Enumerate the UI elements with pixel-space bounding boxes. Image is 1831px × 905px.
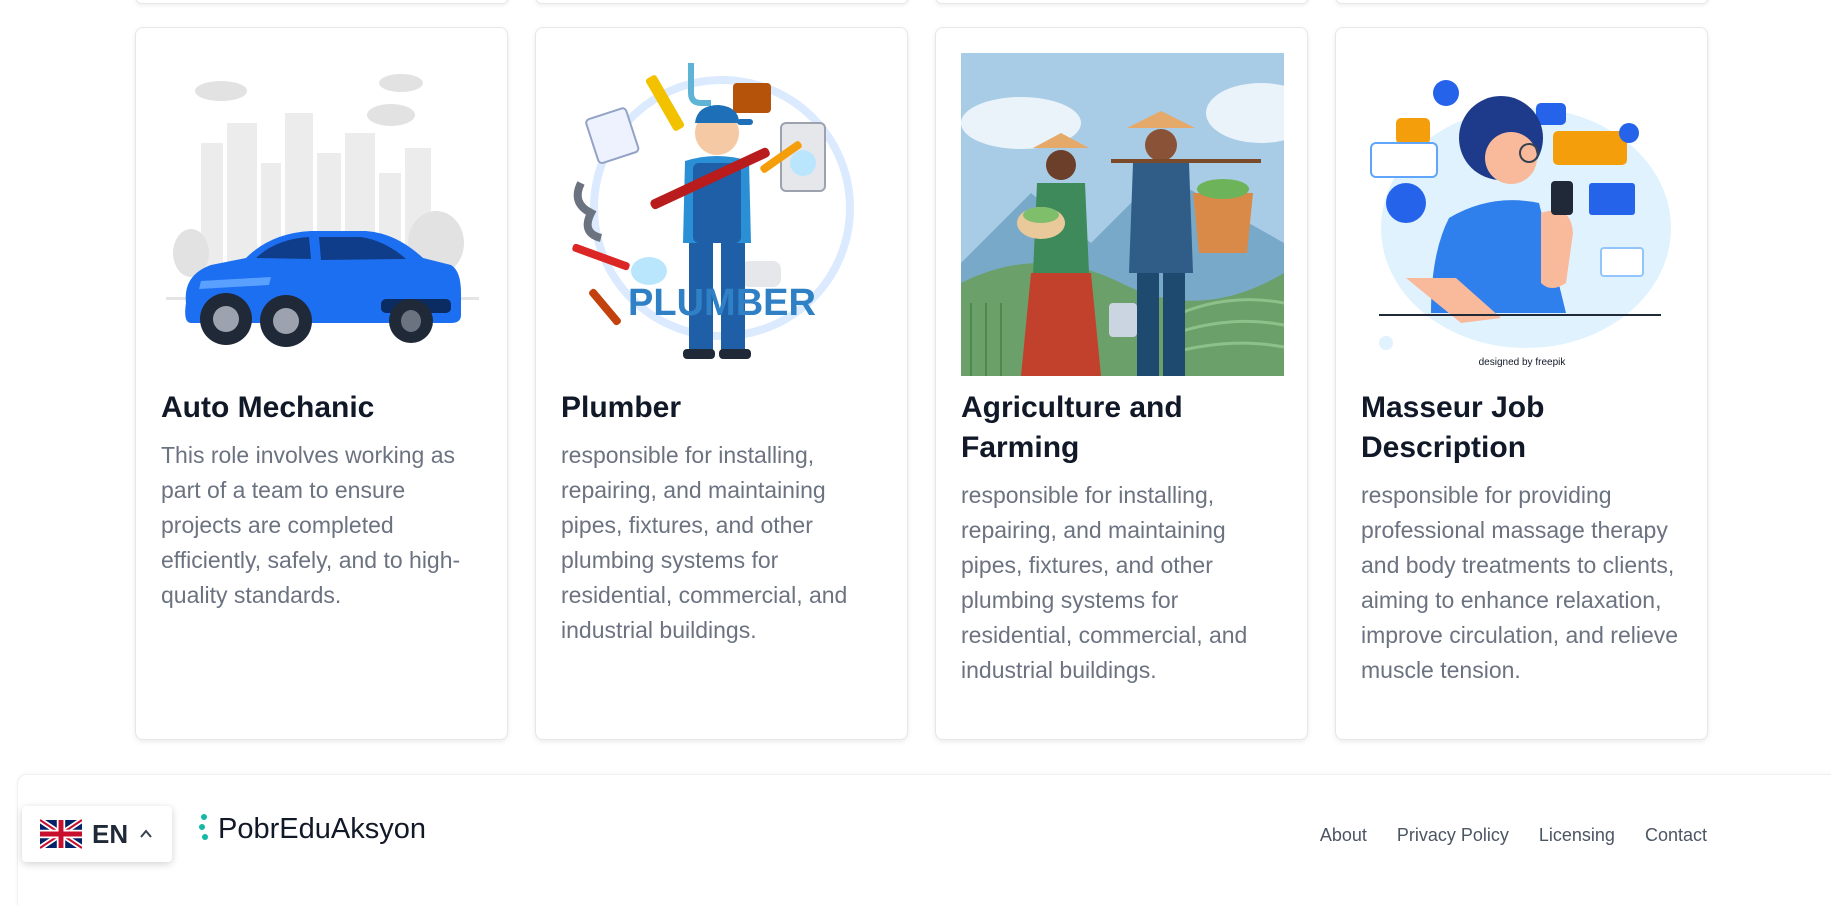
card-title: Agriculture and Farming	[961, 391, 1183, 464]
card-title: Masseur Job Description	[1361, 391, 1545, 464]
card-description: This role involves working as part of a …	[161, 442, 461, 608]
language-selector[interactable]: EN	[22, 806, 172, 862]
card-description: responsible for installing, repairing, a…	[561, 442, 848, 643]
footer-link-about[interactable]: About	[1320, 825, 1367, 846]
image-credit: designed by freepik	[1479, 357, 1567, 368]
footer-link-privacy-policy[interactable]: Privacy Policy	[1397, 825, 1509, 846]
previous-row-card	[1335, 0, 1709, 4]
job-card-masseur[interactable]: designed by freepik Masseur Job Descript…	[1335, 27, 1708, 740]
previous-row-card	[535, 0, 909, 4]
job-card-agriculture[interactable]: Agriculture and Farming responsible for …	[935, 27, 1308, 740]
brand-logo-icon	[199, 814, 208, 840]
uk-flag-icon	[40, 818, 82, 850]
previous-row-card	[935, 0, 1309, 4]
chevron-up-icon	[140, 829, 152, 838]
footer-brand[interactable]: PobrEduAksyon	[198, 811, 426, 847]
farmers-illustration	[961, 53, 1284, 376]
previous-row-card	[135, 0, 509, 4]
car-illustration	[161, 53, 484, 376]
woman-phone-notifications-illustration: designed by freepik	[1361, 53, 1684, 376]
plumber-caption: PLUMBER	[628, 282, 816, 324]
card-description: responsible for installing, repairing, a…	[961, 482, 1248, 683]
job-card-auto-mechanic[interactable]: Auto Mechanic This role involves working…	[135, 27, 508, 740]
footer-link-contact[interactable]: Contact	[1645, 825, 1707, 846]
card-description: responsible for providing professional m…	[1361, 482, 1679, 683]
brand-name: PobrEduAksyon	[218, 812, 426, 845]
language-code: EN	[92, 818, 129, 849]
job-card-plumber[interactable]: PLUMBER Plumber responsible for installi…	[535, 27, 908, 740]
site-footer: PobrEduAksyon About Privacy Policy Licen…	[17, 774, 1831, 905]
footer-nav: About Privacy Policy Licensing Contact	[1320, 825, 1707, 846]
card-title: Auto Mechanic	[161, 391, 375, 424]
card-title: Plumber	[561, 391, 682, 424]
footer-link-licensing[interactable]: Licensing	[1539, 825, 1615, 846]
plumber-illustration: PLUMBER	[561, 53, 884, 376]
